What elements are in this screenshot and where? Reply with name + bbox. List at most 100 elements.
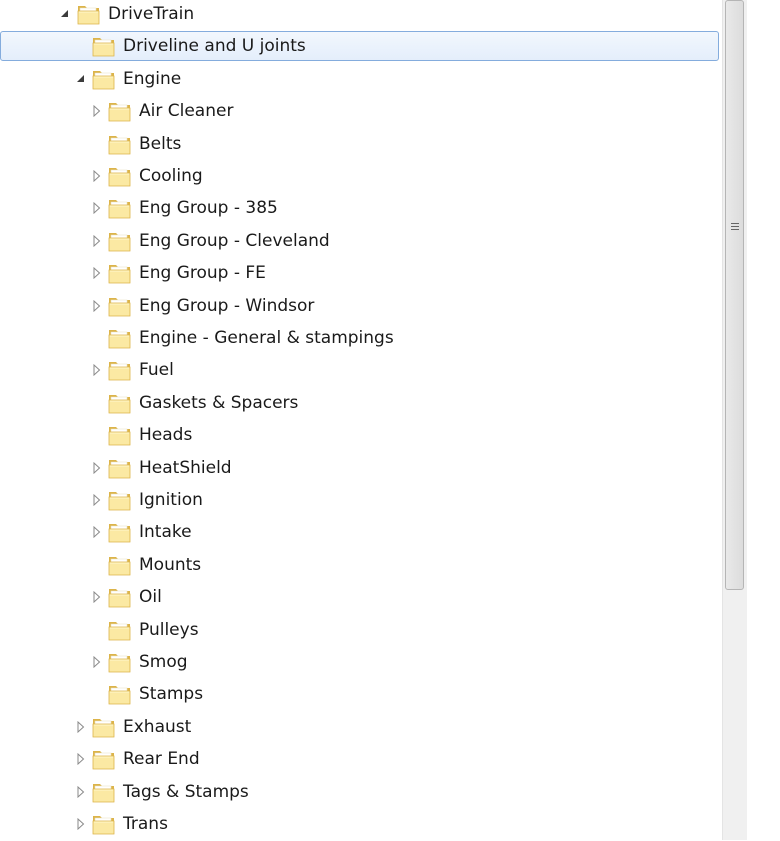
tree-item[interactable]: Gaskets & Spacers bbox=[0, 387, 722, 419]
folder-icon bbox=[107, 132, 133, 156]
tree-item[interactable]: DriveTrain bbox=[0, 0, 722, 30]
tree-item-label: Rear End bbox=[123, 749, 200, 770]
collapsed-arrow-icon[interactable] bbox=[91, 170, 103, 182]
folder-icon bbox=[107, 229, 133, 253]
tree-item-label: Pulleys bbox=[139, 619, 199, 640]
folder-icon bbox=[107, 682, 133, 706]
tree-item-label: Tags & Stamps bbox=[123, 781, 249, 802]
collapsed-arrow-icon[interactable] bbox=[91, 267, 103, 280]
tree-item[interactable]: Intake bbox=[0, 516, 722, 548]
tree-item[interactable]: Stamps bbox=[0, 678, 722, 710]
tree-item-label: Oil bbox=[139, 587, 162, 608]
collapsed-arrow-icon[interactable] bbox=[91, 461, 103, 474]
tree-item[interactable]: Exhaust bbox=[0, 711, 722, 743]
tree-item-label: Eng Group - Cleveland bbox=[139, 230, 330, 251]
folder-icon bbox=[107, 423, 133, 447]
tree-item-label: Gaskets & Spacers bbox=[139, 392, 299, 413]
tree-item-label: Eng Group - FE bbox=[139, 263, 266, 284]
tree-item-label: Smog bbox=[139, 652, 188, 672]
tree-item[interactable]: Belts bbox=[0, 128, 722, 160]
tree-item[interactable]: Tags & Stamps bbox=[0, 776, 722, 808]
tree-item-label: Cooling bbox=[139, 166, 203, 186]
tree-item-label: Belts bbox=[139, 133, 182, 154]
folder-icon bbox=[91, 747, 117, 771]
tree-item[interactable]: Fuel bbox=[0, 354, 722, 386]
tree-item-label: Intake bbox=[139, 522, 192, 543]
collapsed-arrow-icon[interactable] bbox=[91, 591, 103, 604]
tree-item[interactable]: Oil bbox=[0, 581, 722, 613]
folder-tree: DriveTrain Driveline and U joints Engine Ai… bbox=[0, 0, 722, 840]
tree-item[interactable]: Pulleys bbox=[0, 614, 722, 646]
vertical-scrollbar[interactable] bbox=[722, 0, 747, 840]
folder-icon bbox=[107, 164, 133, 188]
tree-item[interactable]: Engine bbox=[0, 63, 722, 95]
tree-item[interactable]: Mounts bbox=[0, 549, 722, 581]
folder-icon bbox=[107, 456, 133, 480]
tree-item[interactable]: Eng Group - Cleveland bbox=[0, 225, 722, 257]
tree-item-label: Driveline and U joints bbox=[123, 36, 306, 57]
tree-item-label: Mounts bbox=[139, 554, 202, 575]
collapsed-arrow-icon[interactable] bbox=[75, 753, 87, 766]
collapsed-arrow-icon[interactable] bbox=[91, 526, 103, 539]
folder-icon bbox=[107, 391, 133, 415]
folder-icon bbox=[107, 261, 133, 285]
folder-icon bbox=[91, 715, 117, 739]
right-margin bbox=[747, 0, 780, 840]
tree-item-label: Eng Group - Windsor bbox=[139, 295, 315, 316]
folder-icon bbox=[107, 326, 133, 350]
tree-item[interactable]: Rear End bbox=[0, 743, 722, 775]
tree-item-label: Air Cleaner bbox=[139, 101, 234, 122]
scrollbar-thumb[interactable] bbox=[725, 0, 744, 590]
tree-item-label: Trans bbox=[123, 814, 168, 834]
folder-icon bbox=[91, 780, 117, 804]
tree-item-label: Engine - General & stampings bbox=[139, 328, 394, 348]
tree-item[interactable]: HeatShield bbox=[0, 452, 722, 484]
tree-item[interactable]: Eng Group - 385 bbox=[0, 192, 722, 224]
tree-item[interactable]: Trans bbox=[0, 808, 722, 840]
folder-icon bbox=[91, 67, 117, 91]
tree-item[interactable]: Cooling bbox=[0, 160, 722, 192]
expanded-arrow-icon[interactable] bbox=[75, 73, 87, 85]
tree-item-label: Stamps bbox=[139, 684, 204, 705]
folder-icon bbox=[107, 650, 133, 674]
expanded-arrow-icon[interactable] bbox=[59, 8, 71, 20]
tree-item[interactable]: Driveline and U joints bbox=[0, 30, 722, 62]
folder-icon bbox=[107, 358, 133, 382]
tree-item[interactable]: Eng Group - Windsor bbox=[0, 290, 722, 322]
tree-item-label: Eng Group - 385 bbox=[139, 198, 278, 219]
scrollbar-grip-icon bbox=[731, 223, 739, 234]
folder-icon bbox=[91, 812, 117, 836]
collapsed-arrow-icon[interactable] bbox=[91, 364, 103, 377]
tree-item-label: Exhaust bbox=[123, 716, 192, 737]
tree-item-label: Engine bbox=[123, 68, 182, 89]
tree-item-label: Fuel bbox=[139, 360, 174, 381]
collapsed-arrow-icon[interactable] bbox=[75, 818, 87, 830]
folder-icon bbox=[107, 585, 133, 609]
collapsed-arrow-icon[interactable] bbox=[91, 105, 103, 118]
collapsed-arrow-icon[interactable] bbox=[75, 720, 87, 733]
folder-icon bbox=[107, 294, 133, 318]
tree-item-label: HeatShield bbox=[139, 457, 232, 478]
collapsed-arrow-icon[interactable] bbox=[91, 656, 103, 668]
folder-icon bbox=[107, 99, 133, 123]
tree-item-label: Heads bbox=[139, 425, 193, 446]
collapsed-arrow-icon[interactable] bbox=[91, 494, 103, 506]
tree-item[interactable]: Eng Group - FE bbox=[0, 257, 722, 289]
folder-icon bbox=[107, 618, 133, 642]
collapsed-arrow-icon[interactable] bbox=[91, 202, 103, 215]
collapsed-arrow-icon[interactable] bbox=[91, 299, 103, 312]
tree-item[interactable]: Smog bbox=[0, 646, 722, 678]
folder-icon bbox=[91, 34, 117, 58]
folder-icon bbox=[107, 520, 133, 544]
collapsed-arrow-icon[interactable] bbox=[75, 785, 87, 798]
tree-item[interactable]: Air Cleaner bbox=[0, 95, 722, 127]
tree-item[interactable]: Ignition bbox=[0, 484, 722, 516]
folder-icon bbox=[107, 196, 133, 220]
folder-icon bbox=[76, 2, 102, 26]
tree-item[interactable]: Heads bbox=[0, 419, 722, 451]
tree-item[interactable]: Engine - General & stampings bbox=[0, 322, 722, 354]
collapsed-arrow-icon[interactable] bbox=[91, 234, 103, 247]
tree-item-label: DriveTrain bbox=[108, 4, 195, 24]
folder-icon bbox=[107, 553, 133, 577]
tree-item-label: Ignition bbox=[139, 490, 203, 510]
